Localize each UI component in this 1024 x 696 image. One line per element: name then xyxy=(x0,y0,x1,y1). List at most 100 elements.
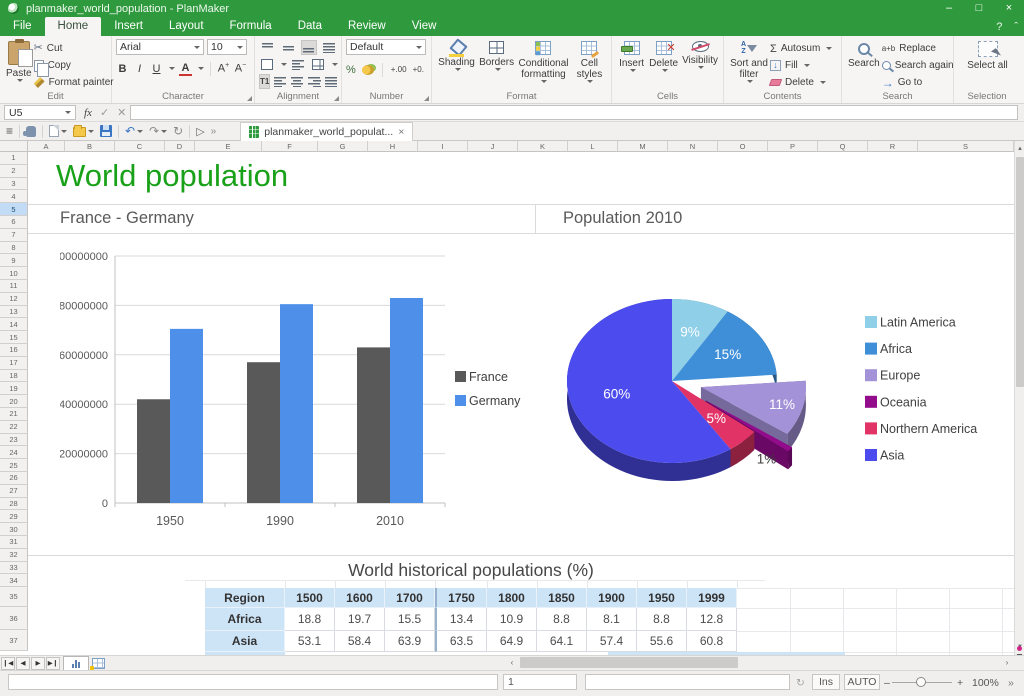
bar-france-2010[interactable] xyxy=(357,347,390,503)
select-all-button[interactable]: Select all xyxy=(964,39,1012,91)
remove-decimal-button[interactable]: +0. xyxy=(413,65,424,74)
pan-hand-icon[interactable] xyxy=(26,126,36,137)
column-header-D[interactable]: D xyxy=(165,141,195,152)
collapse-ribbon-icon[interactable]: ˆ xyxy=(1014,21,1018,33)
conditional-formatting-button[interactable]: Conditional formatting xyxy=(516,39,571,91)
delete-contents-button[interactable]: Delete xyxy=(770,75,832,90)
row-header-32[interactable]: 32 xyxy=(0,549,28,562)
shading-button[interactable]: Shading xyxy=(436,39,477,91)
align-right-button[interactable] xyxy=(308,74,321,89)
bar-germany-1990[interactable] xyxy=(280,304,313,503)
row-header-28[interactable]: 28 xyxy=(0,498,28,511)
zoom-out-button[interactable]: – xyxy=(884,677,890,689)
row-header-19[interactable]: 19 xyxy=(0,382,28,395)
row-header-16[interactable]: 16 xyxy=(0,344,28,357)
scroll-right-icon[interactable]: › xyxy=(1000,656,1014,669)
sort-filter-button[interactable]: AZ Sort and filter xyxy=(728,39,770,91)
column-header-S[interactable]: S xyxy=(918,141,1014,152)
horizontal-scroll-thumb[interactable] xyxy=(520,657,738,668)
align-left-button[interactable] xyxy=(274,74,287,89)
split-handle-dot[interactable] xyxy=(1017,646,1022,651)
sheet-content[interactable]: World population France - Germany Popula… xyxy=(28,152,1014,655)
row-header-29[interactable]: 29 xyxy=(0,510,28,523)
border-select-button[interactable] xyxy=(259,57,275,72)
column-header-I[interactable]: I xyxy=(418,141,468,152)
select-all-corner[interactable] xyxy=(0,141,28,152)
close-tab-icon[interactable]: × xyxy=(398,126,404,138)
column-header-Q[interactable]: Q xyxy=(818,141,868,152)
row-headers[interactable]: 1234567891011121314151617181920212223242… xyxy=(0,152,28,651)
menu-tab-review[interactable]: Review xyxy=(335,17,399,36)
insert-mode-indicator[interactable]: Ins xyxy=(812,674,840,690)
column-header-F[interactable]: F xyxy=(262,141,318,152)
percent-button[interactable]: % xyxy=(346,64,356,76)
row-header-18[interactable]: 18 xyxy=(0,370,28,383)
text-direction-button[interactable] xyxy=(321,40,338,55)
menu-tab-data[interactable]: Data xyxy=(285,17,335,36)
cut-button[interactable]: ✂Cut xyxy=(34,41,114,56)
paste-button[interactable]: Paste xyxy=(4,39,34,91)
row-header-22[interactable]: 22 xyxy=(0,421,28,434)
menu-tab-home[interactable]: Home xyxy=(45,17,102,36)
row-header-37[interactable]: 37 xyxy=(0,630,28,651)
zoom-in-button[interactable]: + xyxy=(957,677,963,689)
row-header-20[interactable]: 20 xyxy=(0,395,28,408)
column-header-H[interactable]: H xyxy=(368,141,418,152)
menu-tab-formula[interactable]: Formula xyxy=(217,17,285,36)
row-header-9[interactable]: 9 xyxy=(0,254,28,267)
scroll-left-icon[interactable]: ‹ xyxy=(505,656,519,669)
format-painter-button[interactable]: Format painter xyxy=(34,75,114,90)
save-icon[interactable] xyxy=(100,125,112,137)
row-header-4[interactable]: 4 xyxy=(0,190,28,203)
shrink-font-button[interactable]: A− xyxy=(234,62,247,75)
close-button[interactable]: × xyxy=(994,0,1024,17)
undo-button[interactable]: ↶ xyxy=(125,125,143,137)
cell-styles-button[interactable]: Cell styles xyxy=(571,39,608,91)
cell-reference-box[interactable]: U5 xyxy=(4,105,76,120)
replace-button[interactable]: a+bReplace xyxy=(882,41,954,56)
fill-button[interactable]: ↓Fill xyxy=(770,58,832,73)
column-header-M[interactable]: M xyxy=(618,141,668,152)
new-sheet-button[interactable] xyxy=(89,656,107,670)
scroll-up-icon[interactable]: ▲ xyxy=(1015,142,1024,156)
pie-chart[interactable]: 9%15%11%1%5%60%Latin AmericaAfricaEurope… xyxy=(536,238,1014,518)
sheet-tab-chart[interactable] xyxy=(63,656,89,670)
row-header-35[interactable]: 35 xyxy=(0,587,28,607)
wrap-text-button[interactable] xyxy=(291,57,307,72)
row-header-33[interactable]: 33 xyxy=(0,562,28,575)
align-top-button[interactable] xyxy=(259,40,276,55)
dialog-launcher-icon[interactable] xyxy=(424,96,429,101)
bar-chart[interactable]: 0200000004000000060000000800000001000000… xyxy=(60,248,530,553)
vertical-scroll-thumb[interactable] xyxy=(1016,157,1024,387)
open-button[interactable] xyxy=(73,125,94,137)
column-header-B[interactable]: B xyxy=(65,141,115,152)
currency-button[interactable] xyxy=(362,65,374,75)
new-document-button[interactable] xyxy=(49,125,67,137)
bold-button[interactable]: B xyxy=(116,63,129,75)
menu-tab-file[interactable]: File xyxy=(0,17,45,36)
refresh-icon[interactable]: ↻ xyxy=(173,125,183,137)
document-tab[interactable]: planmaker_world_populat... × xyxy=(240,122,413,141)
row-header-24[interactable]: 24 xyxy=(0,446,28,459)
prev-sheet-icon[interactable]: ◀ xyxy=(16,657,30,670)
column-header-N[interactable]: N xyxy=(668,141,718,152)
next-sheet-icon[interactable]: ▶ xyxy=(31,657,45,670)
row-header-11[interactable]: 11 xyxy=(0,280,28,293)
bar-germany-2010[interactable] xyxy=(390,298,423,503)
menu-tab-layout[interactable]: Layout xyxy=(156,17,217,36)
confirm-icon[interactable]: ✓ xyxy=(100,106,109,119)
more-tools-icon[interactable]: » xyxy=(211,126,217,137)
redo-button[interactable]: ↷ xyxy=(149,125,167,137)
delete-cells-button[interactable]: Delete xyxy=(647,39,680,91)
column-header-A[interactable]: A xyxy=(28,141,65,152)
row-header-8[interactable]: 8 xyxy=(0,242,28,255)
column-header-O[interactable]: O xyxy=(718,141,768,152)
cancel-icon[interactable]: ✕ xyxy=(117,106,126,119)
font-name-select[interactable]: Arial xyxy=(116,39,204,55)
row-header-5[interactable]: 5 xyxy=(0,203,28,216)
chevron-down-icon[interactable] xyxy=(198,67,204,70)
help-icon[interactable]: ? xyxy=(996,21,1002,33)
column-header-C[interactable]: C xyxy=(115,141,165,152)
hamburger-menu-icon[interactable]: ≡ xyxy=(6,124,13,138)
row-header-31[interactable]: 31 xyxy=(0,536,28,549)
